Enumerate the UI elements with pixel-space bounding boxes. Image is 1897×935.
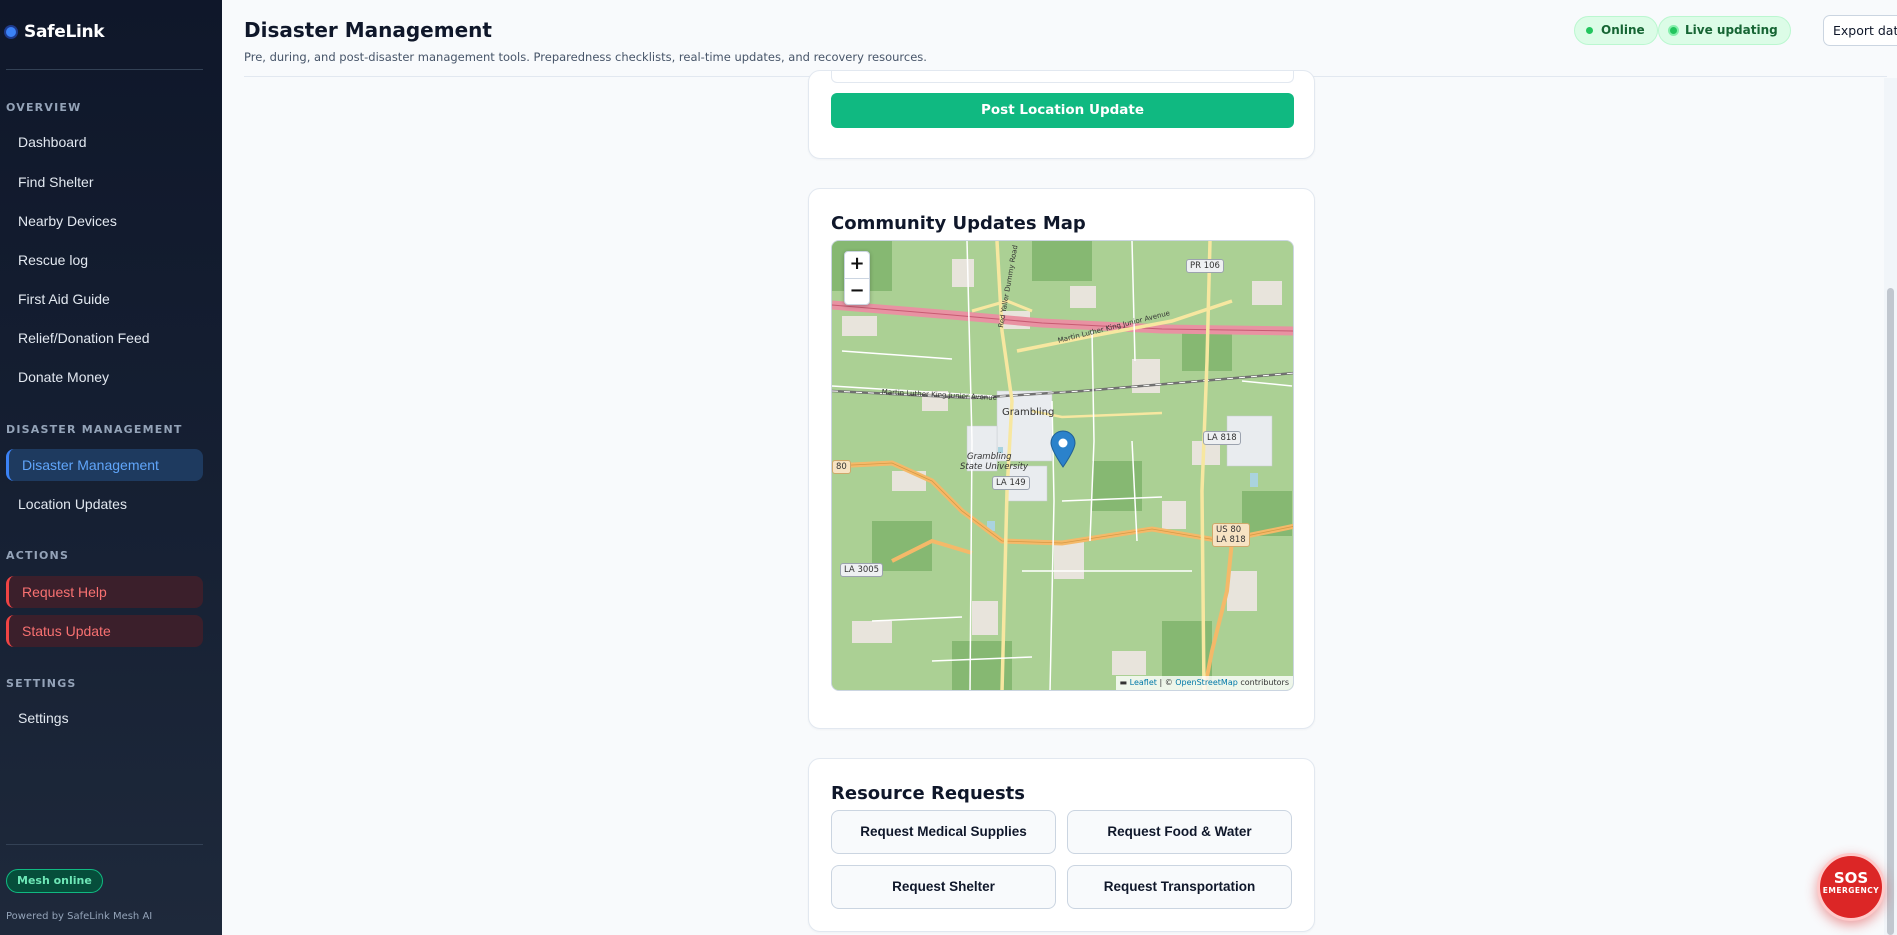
sos-emergency-button[interactable]: SOS EMERGENCY [1817, 853, 1885, 921]
page-title: Disaster Management [244, 18, 492, 42]
brand[interactable]: SafeLink [6, 22, 105, 42]
sidebar-item-rescue-log[interactable]: Rescue log [6, 244, 203, 276]
map-shield-us80-line1: US 80 [1216, 525, 1242, 535]
zoom-out-button[interactable]: − [845, 278, 869, 304]
map-university-label-2: State University [960, 462, 1029, 472]
zoom-in-button[interactable]: + [845, 252, 869, 278]
sidebar-item-disaster-management[interactable]: Disaster Management [6, 449, 203, 481]
sidebar-item-settings[interactable]: Settings [6, 702, 203, 734]
sidebar-item-first-aid-guide[interactable]: First Aid Guide [6, 283, 203, 315]
map-shield-la818: LA 818 [1203, 431, 1241, 445]
location-update-card: Post Location Update [808, 70, 1315, 159]
live-dot-icon [1670, 27, 1677, 34]
post-location-update-button[interactable]: Post Location Update [831, 93, 1294, 128]
sidebar-item-location-updates[interactable]: Location Updates [6, 488, 203, 520]
page-subtitle: Pre, during, and post-disaster managemen… [244, 50, 927, 64]
community-map-card: Community Updates Map Grambling Gramblin… [808, 188, 1315, 729]
map-shield-pr106: PR 106 [1186, 259, 1224, 273]
online-status-label: Online [1601, 23, 1645, 37]
sidebar-item-dashboard[interactable]: Dashboard [6, 126, 203, 158]
mesh-status-badge: Mesh online [6, 869, 103, 893]
sidebar-item-find-shelter[interactable]: Find Shelter [6, 166, 203, 198]
powered-by-text: Powered by SafeLink Mesh AI [6, 911, 153, 922]
status-dot-icon [1586, 27, 1593, 34]
openstreetmap-link[interactable]: OpenStreetMap [1175, 678, 1238, 687]
live-updating-label: Live updating [1685, 23, 1778, 37]
map-shield-us80-line2: LA 818 [1216, 535, 1246, 545]
community-updates-map[interactable]: Grambling Grambling State University Mar… [831, 240, 1294, 691]
live-updating-badge: Live updating [1658, 16, 1791, 45]
sos-sub-label: EMERGENCY [1822, 886, 1880, 895]
request-transportation-button[interactable]: Request Transportation [1067, 865, 1292, 909]
map-card-title: Community Updates Map [831, 213, 1086, 234]
map-marker-pin-icon[interactable] [1050, 430, 1076, 468]
resource-requests-title: Resource Requests [831, 783, 1025, 804]
map-zoom-control: + − [844, 251, 870, 305]
sidebar-item-status-update[interactable]: Status Update [6, 615, 203, 647]
map-shield-us80: US 80 LA 818 [1212, 523, 1250, 547]
export-data-button[interactable]: Export data [1823, 15, 1897, 46]
online-status-badge: Online [1574, 16, 1658, 45]
scrollbar-thumb[interactable] [1887, 288, 1894, 935]
sidebar-item-nearby-devices[interactable]: Nearby Devices [6, 205, 203, 237]
request-food-water-button[interactable]: Request Food & Water [1067, 810, 1292, 854]
brand-logo-icon [6, 27, 16, 37]
section-title-settings: SETTINGS [6, 677, 77, 690]
sos-label: SOS [1833, 869, 1869, 887]
attribution-tail: contributors [1237, 678, 1289, 687]
location-note-textarea[interactable] [831, 71, 1294, 83]
attribution-separator: | © [1156, 678, 1176, 687]
map-university-label-1: Grambling [967, 452, 1012, 462]
leaflet-link[interactable]: Leaflet [1130, 678, 1157, 687]
sidebar-item-relief-donation-feed[interactable]: Relief/Donation Feed [6, 322, 203, 354]
map-town-label: Grambling [1002, 407, 1055, 418]
section-title-disaster-management: DISASTER MANAGEMENT [6, 423, 183, 436]
divider [6, 844, 203, 845]
sidebar: SafeLink OVERVIEW Dashboard Find Shelter… [0, 0, 222, 935]
divider [6, 69, 203, 70]
flag-icon: ▬ [1119, 678, 1130, 687]
request-medical-supplies-button[interactable]: Request Medical Supplies [831, 810, 1056, 854]
section-title-overview: OVERVIEW [6, 101, 82, 114]
sidebar-item-donate-money[interactable]: Donate Money [6, 361, 203, 393]
map-shield-la3005: LA 3005 [840, 563, 884, 577]
map-shield-80-edge: 80 [832, 460, 851, 474]
section-title-actions: ACTIONS [6, 549, 70, 562]
map-attribution: ▬ Leaflet | © OpenStreetMap contributors [1115, 676, 1293, 690]
resource-requests-card: Resource Requests Request Medical Suppli… [808, 758, 1315, 932]
request-shelter-button[interactable]: Request Shelter [831, 865, 1056, 909]
sidebar-item-request-help[interactable]: Request Help [6, 576, 203, 608]
map-shield-la149: LA 149 [992, 476, 1030, 490]
brand-name: SafeLink [24, 22, 105, 42]
